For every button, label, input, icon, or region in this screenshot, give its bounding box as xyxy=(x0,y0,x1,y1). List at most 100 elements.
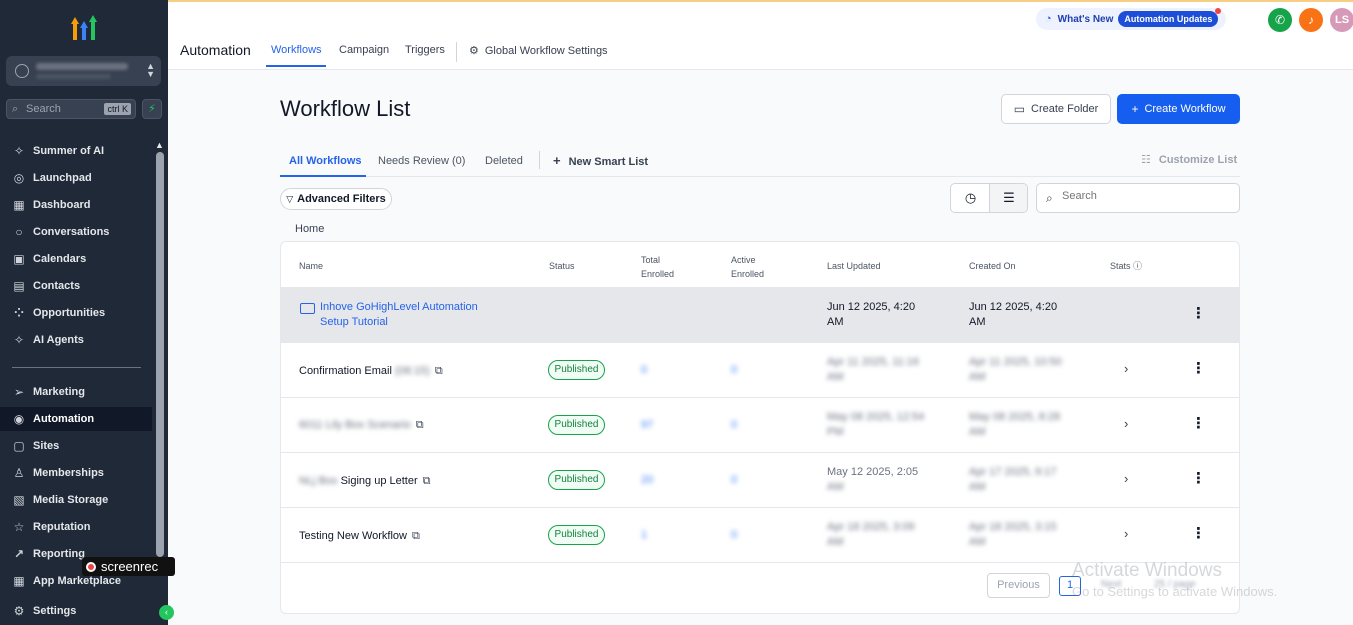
scroll-up-icon[interactable]: ▲ xyxy=(155,140,164,150)
whats-new-banner[interactable]: ◔ What's New Automation Updates xyxy=(1036,8,1226,30)
chevron-right-icon[interactable]: › xyxy=(1124,526,1128,541)
workflow-name-cell[interactable]: NLj Box Siging up Letter ⧉ xyxy=(299,474,431,489)
active-enrolled-cell[interactable]: 0 xyxy=(731,418,737,433)
active-enrolled-cell[interactable]: 0 xyxy=(731,473,737,488)
created-line1: Jun 12 2025, 4:20 xyxy=(969,301,1058,313)
sidebar-scrollbar[interactable]: ▲ xyxy=(154,140,166,570)
table-row[interactable]: Confirmation Email (08:15) ⧉ Published 0 … xyxy=(281,342,1239,397)
plus-icon: + xyxy=(553,153,561,168)
advanced-filters-button[interactable]: ▽ Advanced Filters xyxy=(280,188,392,210)
sidebar-item-ai-agents[interactable]: ✧ AI Agents xyxy=(0,328,152,352)
sidebar-item-media-storage[interactable]: ▧ Media Storage xyxy=(0,488,152,512)
sidebar-item-reputation[interactable]: ☆ Reputation xyxy=(0,515,152,539)
bell-icon[interactable]: ♪ xyxy=(1299,8,1323,32)
account-name-redacted xyxy=(36,63,128,70)
automation-icon: ◉ xyxy=(13,412,25,426)
chat-icon: ○ xyxy=(15,225,23,239)
tab-workflows[interactable]: Workflows xyxy=(271,44,322,56)
workflow-search-input[interactable] xyxy=(1062,190,1232,202)
col-active-enrolled[interactable]: Active Enrolled xyxy=(731,253,764,281)
total-enrolled-cell[interactable]: 97 xyxy=(641,418,653,433)
total-enrolled-cell[interactable]: 20 xyxy=(641,473,653,488)
chevron-right-icon[interactable]: › xyxy=(1124,471,1128,486)
total-enrolled-cell[interactable]: 0 xyxy=(641,363,647,378)
search-icon: ⌕ xyxy=(1046,191,1053,205)
chevron-right-icon[interactable]: › xyxy=(1124,361,1128,376)
table-row[interactable]: Testing New Workflow ⧉ Published 1 0 Apr … xyxy=(281,507,1239,562)
chevron-right-icon[interactable]: › xyxy=(1124,416,1128,431)
col-stats[interactable]: Stats ⓘ xyxy=(1110,259,1142,273)
breadcrumb[interactable]: Home xyxy=(295,223,324,235)
quick-action-bolt-icon[interactable]: ⚡ xyxy=(142,99,162,119)
created-line2: AM xyxy=(969,536,986,548)
external-link-icon[interactable]: ⧉ xyxy=(423,475,431,487)
sidebar-item-calendars[interactable]: ▣ Calendars xyxy=(0,247,152,271)
automation-updates-pill[interactable]: Automation Updates xyxy=(1118,8,1222,27)
workflow-search[interactable]: ⌕ xyxy=(1036,183,1240,213)
customize-list-button[interactable]: ☷ Customize List xyxy=(1141,153,1237,166)
active-enrolled-cell[interactable]: 0 xyxy=(731,363,737,378)
more-options-icon[interactable]: ⋮ xyxy=(1191,469,1206,487)
sidebar-item-label: Opportunities xyxy=(33,307,106,319)
created-on-cell: Apr 18 2025, 3:15 AM xyxy=(969,520,1056,550)
account-switcher[interactable]: ▲ ▼ xyxy=(6,56,161,86)
col-status[interactable]: Status xyxy=(549,259,575,273)
new-smart-list-button[interactable]: + New Smart List xyxy=(553,153,648,168)
total-enrolled-cell[interactable]: 1 xyxy=(641,528,647,543)
sidebar-item-sites[interactable]: ▢ Sites xyxy=(0,434,152,458)
sidebar-item-opportunities[interactable]: ⁘ Opportunities xyxy=(0,301,152,325)
last-updated-cell: Apr 18 2025, 3:09 AM xyxy=(827,520,914,550)
phone-icon[interactable]: ✆ xyxy=(1268,8,1292,32)
sidebar-item-contacts[interactable]: ▤ Contacts xyxy=(0,274,152,298)
sidebar-item-conversations[interactable]: ○ Conversations xyxy=(0,220,152,244)
sidebar-item-dashboard[interactable]: ▦ Dashboard xyxy=(0,193,152,217)
create-workflow-button[interactable]: + Create Workflow xyxy=(1117,94,1240,124)
more-options-icon[interactable]: ⋮ xyxy=(1191,304,1206,322)
workflow-name-cell[interactable]: Confirmation Email (08:15) ⧉ xyxy=(299,364,443,379)
sidebar-item-settings[interactable]: ⚙ Settings xyxy=(0,599,152,623)
sidebar-item-automation[interactable]: ◉ Automation xyxy=(0,407,152,431)
table-row[interactable]: NLj Box Siging up Letter ⧉ Published 20 0… xyxy=(281,452,1239,507)
more-options-icon[interactable]: ⋮ xyxy=(1191,414,1206,432)
tab-deleted[interactable]: Deleted xyxy=(485,155,523,167)
user-avatar[interactable]: LS xyxy=(1330,8,1353,32)
tab-all-workflows[interactable]: All Workflows xyxy=(289,155,362,167)
workflow-name-cell[interactable]: 6011 Lily Box Scenario ⧉ xyxy=(299,418,424,433)
screenrec-overlay[interactable]: screenrec xyxy=(82,557,175,576)
external-link-icon[interactable]: ⧉ xyxy=(416,419,424,431)
sidebar-item-summer-of-ai[interactable]: ✧ Summer of AI xyxy=(0,139,152,163)
more-options-icon[interactable]: ⋮ xyxy=(1191,524,1206,542)
tab-needs-review[interactable]: Needs Review (0) xyxy=(378,155,465,167)
workflow-name-cell[interactable]: Testing New Workflow ⧉ xyxy=(299,529,420,544)
created-on-cell: Apr 11 2025, 10:50 AM xyxy=(969,355,1062,385)
folder-name-link[interactable]: Inhove GoHighLevel Automation Setup Tutor… xyxy=(320,300,478,330)
previous-page-button[interactable]: Previous xyxy=(987,573,1050,598)
active-enrolled-cell[interactable]: 0 xyxy=(731,528,737,543)
sidebar-search[interactable]: ⌕ Search ctrl K xyxy=(6,99,136,119)
table-row[interactable]: 6011 Lily Box Scenario ⧉ Published 97 0 M… xyxy=(281,397,1239,452)
tab-triggers[interactable]: Triggers xyxy=(405,44,445,56)
scrollbar-thumb[interactable] xyxy=(156,152,164,557)
create-folder-button[interactable]: ▭ Create Folder xyxy=(1001,94,1111,124)
external-link-icon[interactable]: ⧉ xyxy=(412,530,420,542)
tab-global-workflow-settings[interactable]: ⚙ Global Workflow Settings xyxy=(469,44,608,57)
col-created-on[interactable]: Created On xyxy=(969,259,1016,273)
sidebar-item-memberships[interactable]: ♙ Memberships xyxy=(0,461,152,485)
sidebar-item-launchpad[interactable]: ◎ Launchpad xyxy=(0,166,152,190)
col-stats-label: Stats xyxy=(1110,261,1131,271)
more-options-icon[interactable]: ⋮ xyxy=(1191,359,1206,377)
sidebar-item-marketing[interactable]: ➢ Marketing xyxy=(0,380,152,404)
col-name[interactable]: Name xyxy=(299,259,323,273)
external-link-icon[interactable]: ⧉ xyxy=(435,365,443,377)
col-total-enrolled[interactable]: Total Enrolled xyxy=(641,253,674,281)
workflow-name-redacted: NLj Box xyxy=(299,475,338,487)
contacts-icon: ▤ xyxy=(13,279,25,293)
list-view-icon[interactable]: ☰ xyxy=(989,184,1027,212)
tab-campaign[interactable]: Campaign xyxy=(339,44,389,56)
create-folder-label: Create Folder xyxy=(1031,103,1099,115)
sidebar-item-label: Contacts xyxy=(33,280,81,292)
clock-icon[interactable]: ◷ xyxy=(951,184,990,212)
table-row-folder[interactable]: Inhove GoHighLevel Automation Setup Tutor… xyxy=(281,287,1239,342)
collapse-sidebar-icon[interactable]: ‹ xyxy=(159,605,174,620)
col-last-updated[interactable]: Last Updated xyxy=(827,259,881,273)
